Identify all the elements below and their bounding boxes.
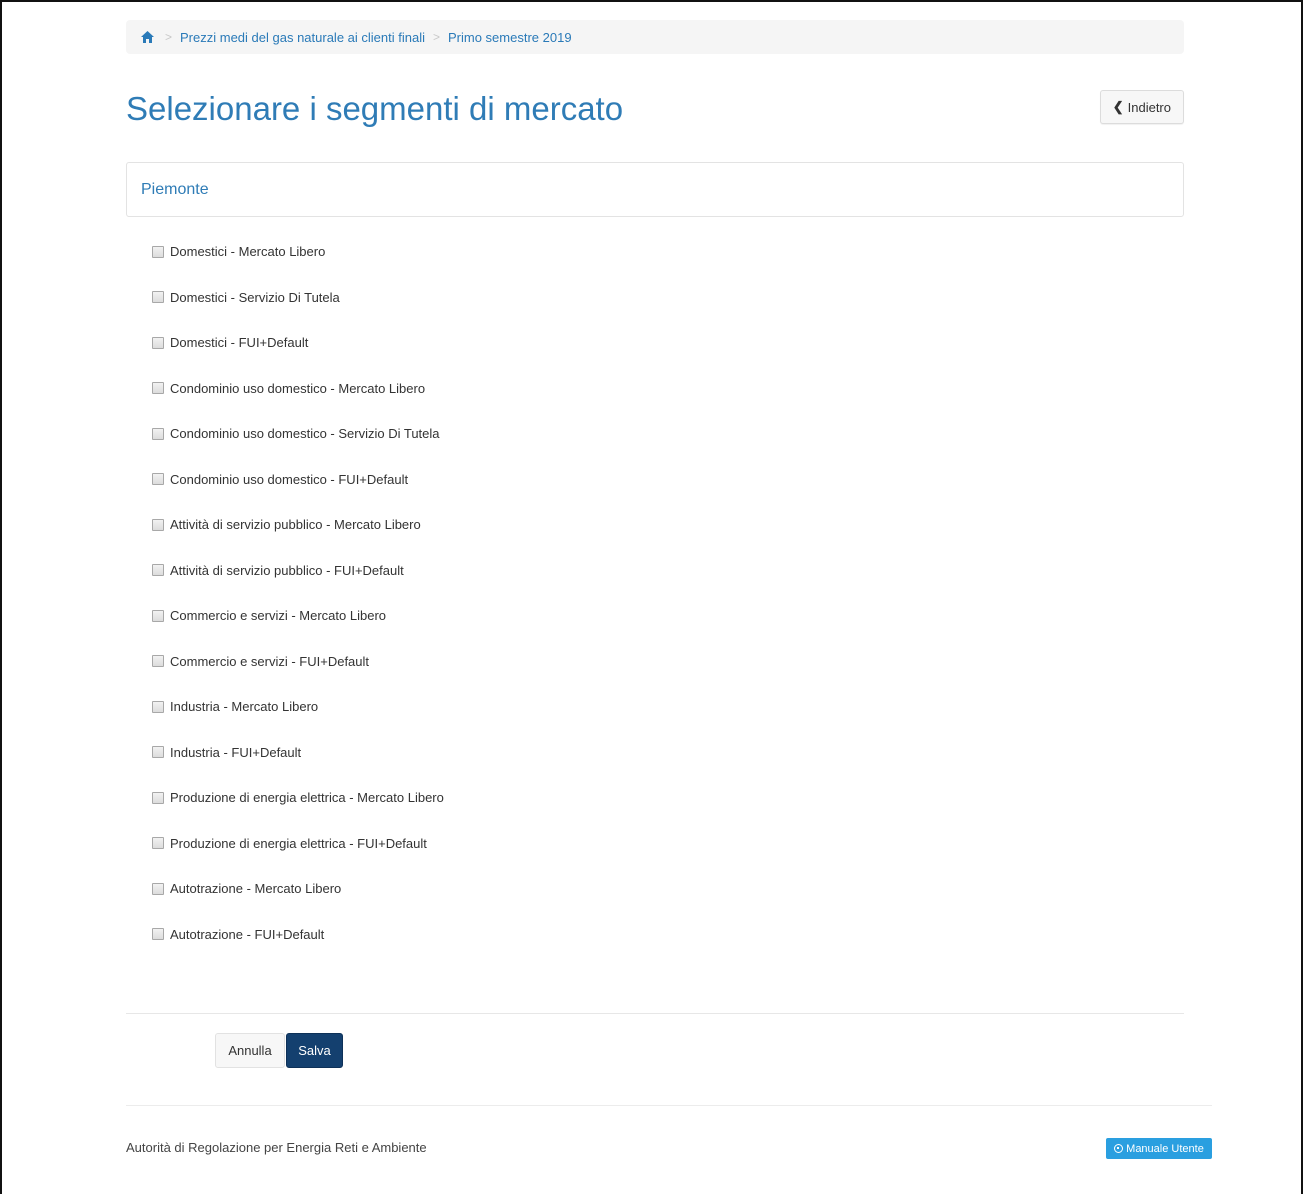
segment-label: Industria - FUI+Default (170, 744, 302, 760)
segment-label: Produzione di energia elettrica - FUI+De… (170, 835, 427, 851)
segment-option[interactable]: Attività di servizio pubblico - Mercato … (152, 502, 1184, 548)
segment-option[interactable]: Commercio e servizi - Mercato Libero (152, 593, 1184, 639)
segment-option[interactable]: Domestici - FUI+Default (152, 320, 1184, 366)
segment-option[interactable]: Produzione di energia elettrica - FUI+De… (152, 821, 1184, 867)
segment-label: Domestici - FUI+Default (170, 335, 309, 351)
segment-checkbox[interactable] (152, 746, 164, 759)
back-button[interactable]: ❮ Indietro (1099, 90, 1184, 124)
segment-label: Condominio uso domestico - Mercato Liber… (170, 380, 426, 396)
segment-option[interactable]: Commercio e servizi - FUI+Default (152, 639, 1184, 685)
segment-checkbox[interactable] (152, 609, 164, 622)
home-icon[interactable] (140, 30, 155, 44)
segment-option[interactable]: Domestici - Servizio Di Tutela (152, 275, 1184, 321)
region-title: Piemonte (141, 180, 209, 198)
manual-button[interactable]: Manuale Utente (1106, 1138, 1212, 1159)
segment-label: Autotrazione - FUI+Default (170, 926, 325, 942)
segment-option[interactable]: Produzione di energia elettrica - Mercat… (152, 775, 1184, 821)
segment-checkbox[interactable] (152, 564, 164, 577)
cancel-button[interactable]: Annulla (215, 1033, 285, 1068)
segment-checkbox[interactable] (152, 837, 164, 850)
segment-checkbox[interactable] (152, 700, 164, 713)
breadcrumb-separator: > (165, 30, 173, 44)
breadcrumb: > Prezzi medi del gas naturale ai client… (126, 20, 1184, 54)
segment-option[interactable]: Condominio uso domestico - Servizio Di T… (152, 411, 1184, 457)
segment-option[interactable]: Condominio uso domestico - Mercato Liber… (152, 366, 1184, 412)
segment-option[interactable]: Domestici - Mercato Libero (152, 229, 1184, 275)
page-header: Selezionare i segmenti di mercato ❮ Indi… (126, 90, 1184, 150)
segment-option[interactable]: Autotrazione - Mercato Libero (152, 866, 1184, 912)
segment-option[interactable]: Industria - FUI+Default (152, 730, 1184, 776)
segment-option[interactable]: Autotrazione - FUI+Default (152, 912, 1184, 958)
info-circle-icon (1114, 1144, 1124, 1153)
segment-label: Condominio uso domestico - FUI+Default (170, 471, 409, 487)
breadcrumb-item-semestre[interactable]: Primo semestre 2019 (448, 30, 572, 45)
segment-label: Produzione di energia elettrica - Mercat… (170, 790, 444, 806)
region-panel: Piemonte (126, 162, 1184, 217)
segment-label: Industria - Mercato Libero (170, 699, 319, 715)
breadcrumb-item-prezzi[interactable]: Prezzi medi del gas naturale ai clienti … (180, 30, 425, 45)
segment-label: Commercio e servizi - Mercato Libero (170, 608, 387, 624)
segment-label: Commercio e servizi - FUI+Default (170, 653, 370, 669)
segment-label: Attività di servizio pubblico - FUI+Defa… (170, 562, 404, 578)
segment-checkbox[interactable] (152, 382, 164, 395)
save-button[interactable]: Salva (286, 1033, 343, 1068)
footer-org: Autorità di Regolazione per Energia Reti… (126, 1140, 427, 1155)
segment-label: Autotrazione - Mercato Libero (170, 881, 342, 897)
chevron-left-icon: ❮ (1112, 99, 1124, 114)
segment-label: Domestici - Servizio Di Tutela (170, 289, 340, 305)
footer-divider (126, 1105, 1212, 1106)
segment-checkbox[interactable] (152, 336, 164, 349)
back-button-label: Indietro (1127, 99, 1171, 115)
segment-checkbox[interactable] (152, 655, 164, 668)
main-container: > Prezzi medi del gas naturale ai client… (126, 20, 1184, 957)
segment-checkbox[interactable] (152, 518, 164, 531)
segment-checkbox[interactable] (152, 473, 164, 486)
segment-checkbox[interactable] (152, 427, 164, 440)
segment-checkbox[interactable] (152, 245, 164, 258)
divider (126, 1013, 1184, 1014)
segment-list: Domestici - Mercato Libero Domestici - Se… (126, 229, 1184, 957)
segment-option[interactable]: Condominio uso domestico - FUI+Default (152, 457, 1184, 503)
segment-checkbox[interactable] (152, 882, 164, 895)
segment-option[interactable]: Industria - Mercato Libero (152, 684, 1184, 730)
page-title: Selezionare i segmenti di mercato (126, 90, 624, 127)
segment-label: Condominio uso domestico - Servizio Di T… (170, 426, 440, 442)
segment-checkbox[interactable] (152, 928, 164, 941)
segment-checkbox[interactable] (152, 791, 164, 804)
segment-label: Domestici - Mercato Libero (170, 244, 326, 260)
segment-label: Attività di servizio pubblico - Mercato … (170, 517, 421, 533)
segment-option[interactable]: Attività di servizio pubblico - FUI+Defa… (152, 548, 1184, 594)
breadcrumb-separator: > (432, 30, 440, 44)
segment-checkbox[interactable] (152, 291, 164, 304)
manual-button-label: Manuale Utente (1126, 1142, 1204, 1155)
form-actions: Annulla Salva (215, 1033, 343, 1068)
